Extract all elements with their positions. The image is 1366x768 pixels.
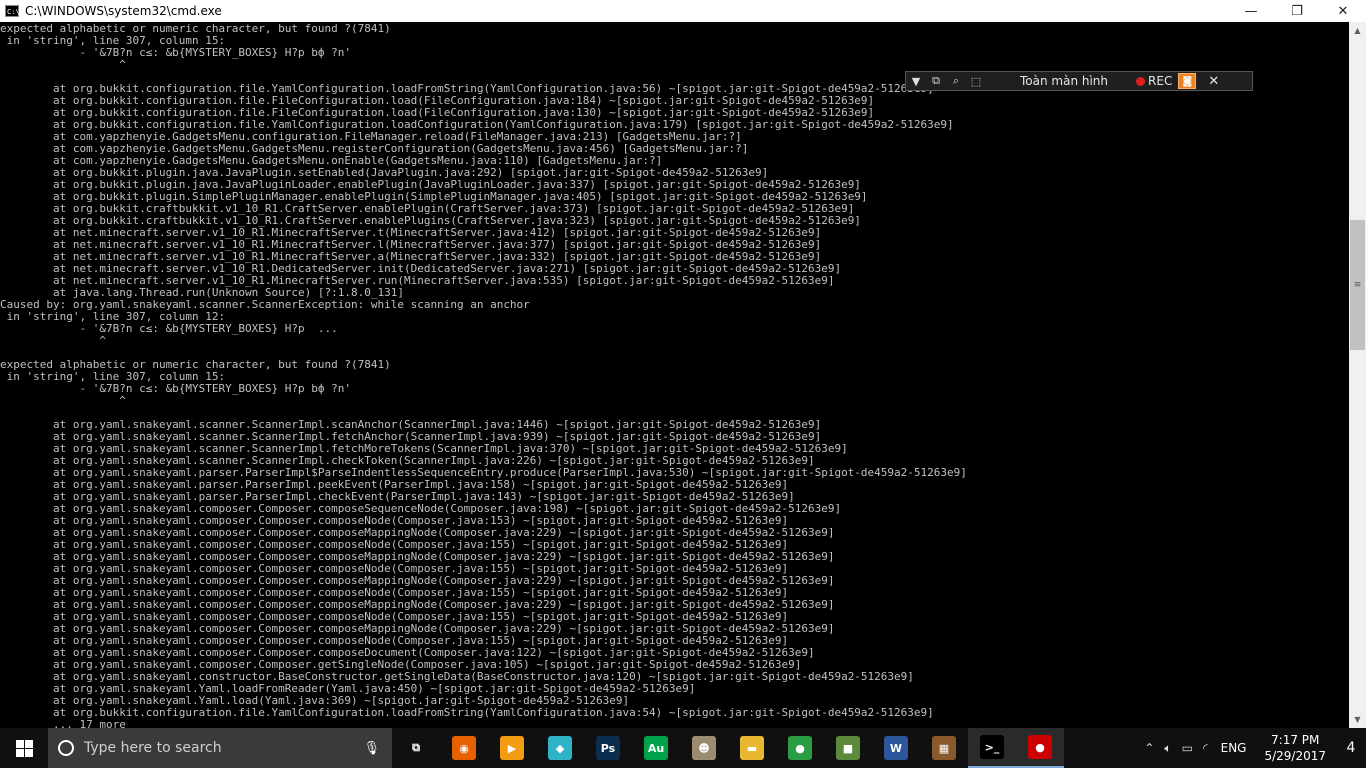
taskbar-app-app-cube[interactable]: ◆ [536, 728, 584, 768]
media-player-icon: ▶ [500, 736, 524, 760]
system-tray: ⌃ 🔈︎ ▭ ◜ ENG 7:17 PM 5/29/2017 4 [1139, 728, 1366, 768]
app-chest-icon: ▦ [932, 736, 956, 760]
taskbar-app-cmd[interactable]: >_ [968, 728, 1016, 768]
photoshop-icon: Ps [596, 736, 620, 760]
notification-count: 4 [1346, 740, 1356, 756]
scroll-up-arrow-icon[interactable]: ▲ [1349, 22, 1366, 39]
volume-icon[interactable]: 🔈︎ [1164, 741, 1171, 756]
close-button[interactable]: ✕ [1320, 0, 1366, 22]
taskbar-apps: ⧉ ◉ ▶ ◆ Ps Au ☻ ▬ ● ■ W ▦ >_ ● [392, 728, 1064, 768]
maximize-button[interactable]: ❐ [1274, 0, 1320, 22]
taskview-icon: ⧉ [404, 736, 428, 760]
window-title: C:\WINDOWS\system32\cmd.exe [25, 4, 222, 18]
taskbar-app-app-chest[interactable]: ▦ [920, 728, 968, 768]
console-line: ... 17 more [0, 718, 126, 729]
record-dot-icon [1136, 76, 1146, 86]
chevron-up-icon[interactable]: ⌃ [1144, 741, 1154, 755]
recorder-icon: ● [1028, 735, 1052, 759]
cmd-icon: >_ [980, 735, 1004, 759]
region-select-icon[interactable]: ⬚ [966, 72, 986, 90]
wifi-icon[interactable]: ◜ [1203, 741, 1208, 755]
taskbar-app-word[interactable]: W [872, 728, 920, 768]
capture-mode-label[interactable]: Toàn màn hình [1020, 74, 1108, 88]
taskbar-app-firefox[interactable]: ◉ [440, 728, 488, 768]
scroll-down-arrow-icon[interactable]: ▼ [1349, 711, 1366, 728]
file-explorer-icon: ▬ [740, 736, 764, 760]
record-button[interactable]: REC [1148, 74, 1172, 88]
search-placeholder[interactable]: Type here to search [84, 740, 363, 756]
console-line: ^ [0, 394, 126, 407]
close-icon[interactable]: ✕ [1208, 74, 1219, 89]
taskbar-app-photoshop[interactable]: Ps [584, 728, 632, 768]
taskbar-app-audition[interactable]: Au [632, 728, 680, 768]
taskbar-app-media-player[interactable]: ▶ [488, 728, 536, 768]
window-titlebar[interactable]: C:\ C:\WINDOWS\system32\cmd.exe — ❐ ✕ [0, 0, 1366, 22]
window-mode-icon[interactable]: ⧉ [926, 72, 946, 90]
console-lines: expected alphabetic or numeric character… [0, 23, 1349, 729]
taskbar-app-recorder[interactable]: ● [1016, 728, 1064, 768]
vertical-scrollbar[interactable]: ▲ ≡ ▼ [1349, 22, 1366, 728]
recorder-toolbar: ▼ ⧉ ⌕ ⬚ Toàn màn hình REC ◙ ✕ [905, 71, 1253, 91]
taskbar-app-chrome[interactable]: ● [776, 728, 824, 768]
console-line: - '&7B?n c≤: &b{MYSTERY_BOXES} H?p ... [0, 322, 338, 335]
clock[interactable]: 7:17 PM 5/29/2017 [1264, 732, 1326, 764]
cmd-icon: C:\ [5, 5, 20, 17]
taskbar-app-taskview[interactable]: ⧉ [392, 728, 440, 768]
firefox-icon: ◉ [452, 736, 476, 760]
console-line: ^ [0, 58, 126, 71]
console-line: - '&7B?n c≤: &b{MYSTERY_BOXES} H?p bф ?n… [0, 46, 351, 59]
scroll-thumb[interactable]: ≡ [1350, 220, 1365, 350]
clock-date: 5/29/2017 [1264, 749, 1326, 763]
notifications-button[interactable]: 4 [1336, 740, 1366, 756]
console-line: at org.bukkit.configuration.file.YamlCon… [0, 706, 934, 719]
taskbar: Type here to search 🎙︎ ⧉ ◉ ▶ ◆ Ps Au ☻ ▬ ● ■ W ▦ >_ ●… [0, 728, 1366, 768]
chrome-icon: ● [788, 736, 812, 760]
word-icon: W [884, 736, 908, 760]
taskbar-search[interactable]: Type here to search 🎙︎ [48, 728, 392, 768]
language-indicator[interactable]: ENG [1221, 741, 1247, 755]
console-line: - '&7B?n c≤: &b{MYSTERY_BOXES} H?p bф ?n… [0, 382, 351, 395]
minecraft-icon: ■ [836, 736, 860, 760]
microphone-icon[interactable]: 🎙︎ [363, 741, 380, 756]
taskbar-app-file-explorer[interactable]: ▬ [728, 728, 776, 768]
zoom-icon[interactable]: ⌕ [946, 72, 966, 90]
app-cube-icon: ◆ [548, 736, 572, 760]
windows-logo-icon [15, 739, 33, 757]
app-character-icon: ☻ [692, 736, 716, 760]
taskbar-app-app-character[interactable]: ☻ [680, 728, 728, 768]
cortana-icon [58, 740, 74, 756]
start-button[interactable] [0, 728, 48, 768]
battery-icon[interactable]: ▭ [1182, 741, 1193, 755]
taskbar-app-minecraft[interactable]: ■ [824, 728, 872, 768]
audition-icon: Au [644, 736, 668, 760]
minimize-button[interactable]: — [1228, 0, 1274, 22]
chevron-down-icon[interactable]: ▼ [906, 72, 926, 90]
camera-icon[interactable]: ◙ [1178, 73, 1197, 89]
clock-time: 7:17 PM [1271, 733, 1320, 747]
console-output[interactable]: expected alphabetic or numeric character… [0, 22, 1349, 728]
console-line: ^ [0, 334, 106, 347]
